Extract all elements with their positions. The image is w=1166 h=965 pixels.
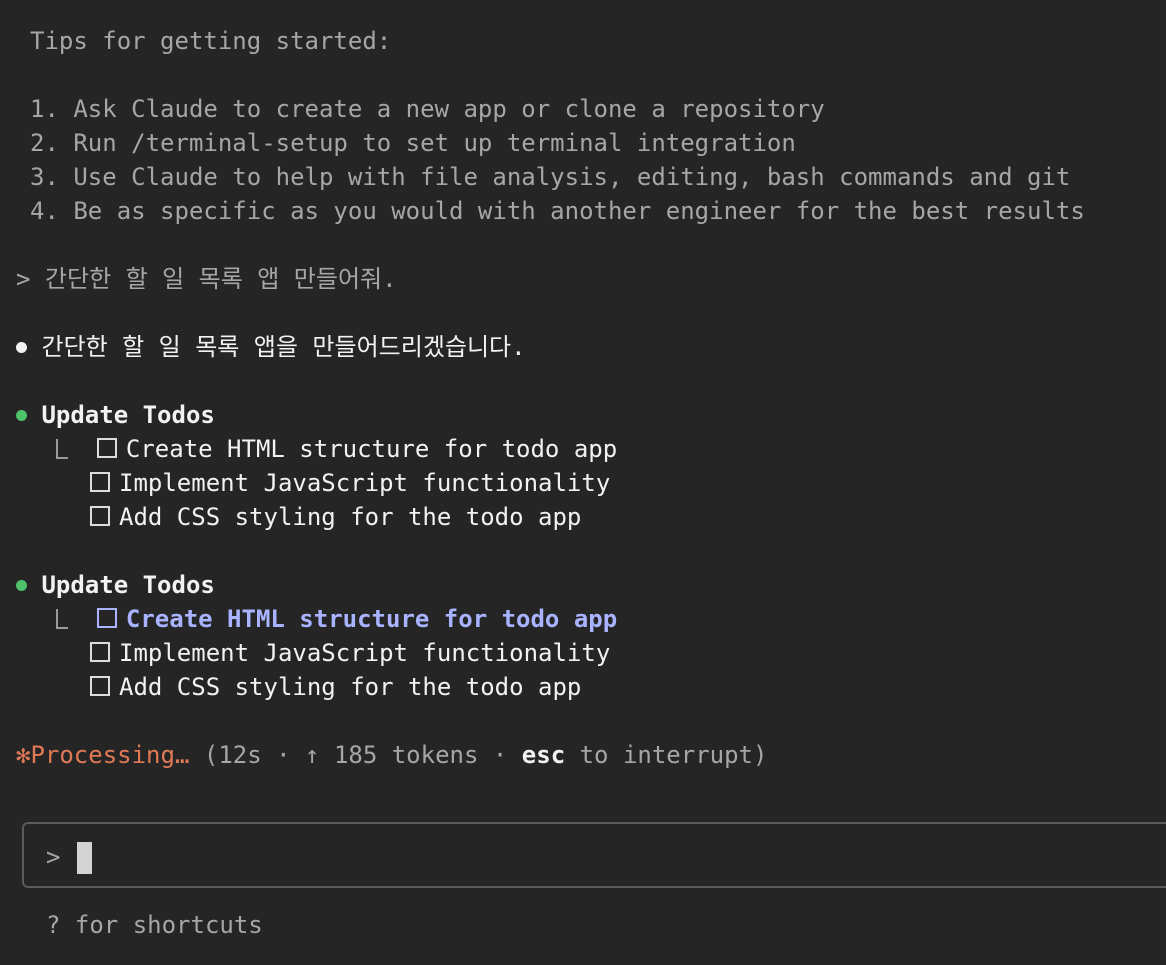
status-paren: ( bbox=[203, 741, 219, 769]
todo-item-label: Create HTML structure for todo app bbox=[125, 605, 618, 633]
assistant-message-text: 간단한 할 일 목록 앱을 만들어드리겠습니다. bbox=[41, 333, 526, 361]
todo-item: Add CSS styling for the todo app bbox=[90, 670, 581, 704]
status-key: esc bbox=[521, 741, 566, 769]
tip-item: 2. Run /terminal-setup to set up termina… bbox=[30, 129, 796, 157]
todo-item-label: Add CSS styling for the todo app bbox=[119, 673, 582, 701]
status-separator: · bbox=[276, 741, 291, 769]
checkbox-empty-icon bbox=[90, 506, 110, 526]
todo-update-title: Update Todos bbox=[41, 571, 215, 599]
todo-item-label: Implement JavaScript functionality bbox=[119, 639, 611, 667]
status-elapsed: 12s bbox=[218, 741, 262, 769]
status-tokens: 185 tokens bbox=[333, 741, 479, 769]
todo-item: Implement JavaScript functionality bbox=[90, 466, 610, 500]
shortcuts-hint: ? for shortcuts bbox=[46, 911, 263, 939]
bullet-icon bbox=[16, 342, 27, 353]
tree-elbow-icon bbox=[56, 439, 68, 459]
todo-item-active: Create HTML structure for todo app bbox=[56, 602, 617, 636]
tips-heading: Tips for getting started: bbox=[30, 27, 392, 55]
todo-update-header: Update Todos bbox=[16, 398, 215, 432]
prompt-input-box[interactable]: > bbox=[22, 822, 1166, 888]
success-dot-icon bbox=[16, 410, 27, 421]
user-message-text: 간단한 할 일 목록 앱 만들어줘. bbox=[44, 265, 397, 293]
status-separator: · bbox=[492, 741, 508, 769]
checkbox-empty-icon bbox=[90, 676, 110, 696]
assistant-message: 간단한 할 일 목록 앱을 만들어드리겠습니다. bbox=[16, 330, 526, 364]
todo-item: Implement JavaScript functionality bbox=[90, 636, 610, 670]
todo-update-title: Update Todos bbox=[41, 401, 215, 429]
success-dot-icon bbox=[16, 580, 27, 591]
todo-item: Create HTML structure for todo app bbox=[56, 432, 617, 466]
text-cursor bbox=[77, 842, 92, 874]
user-message: > 간단한 할 일 목록 앱 만들어줘. bbox=[16, 262, 397, 296]
tip-item: 1. Ask Claude to create a new app or clo… bbox=[30, 95, 825, 123]
todo-item-label: Add CSS styling for the todo app bbox=[119, 503, 582, 531]
todo-item-label: Create HTML structure for todo app bbox=[125, 435, 618, 463]
tree-elbow-icon bbox=[56, 609, 68, 629]
up-arrow-icon: ↑ bbox=[305, 741, 320, 769]
prompt-chevron-icon: > bbox=[46, 843, 61, 871]
checkbox-empty-icon bbox=[90, 472, 110, 492]
asterisk-spinner-icon: ✻ bbox=[16, 741, 31, 769]
todo-update-header: Update Todos bbox=[16, 568, 215, 602]
tip-item: 3. Use Claude to help with file analysis… bbox=[30, 163, 1071, 191]
todo-item-label: Implement JavaScript functionality bbox=[119, 469, 611, 497]
status-line: ✻Processing… (12s · ↑ 185 tokens · esc t… bbox=[16, 738, 767, 772]
checkbox-empty-icon bbox=[90, 642, 110, 662]
tip-item: 4. Be as specific as you would with anot… bbox=[30, 197, 1085, 225]
checkbox-empty-icon bbox=[96, 438, 117, 458]
todo-item: Add CSS styling for the todo app bbox=[90, 500, 581, 534]
checkbox-empty-icon bbox=[96, 608, 117, 628]
status-label: Processing… bbox=[30, 741, 190, 769]
status-key-suffix: to interrupt) bbox=[579, 741, 768, 769]
prompt-chevron-icon: > bbox=[16, 265, 31, 293]
